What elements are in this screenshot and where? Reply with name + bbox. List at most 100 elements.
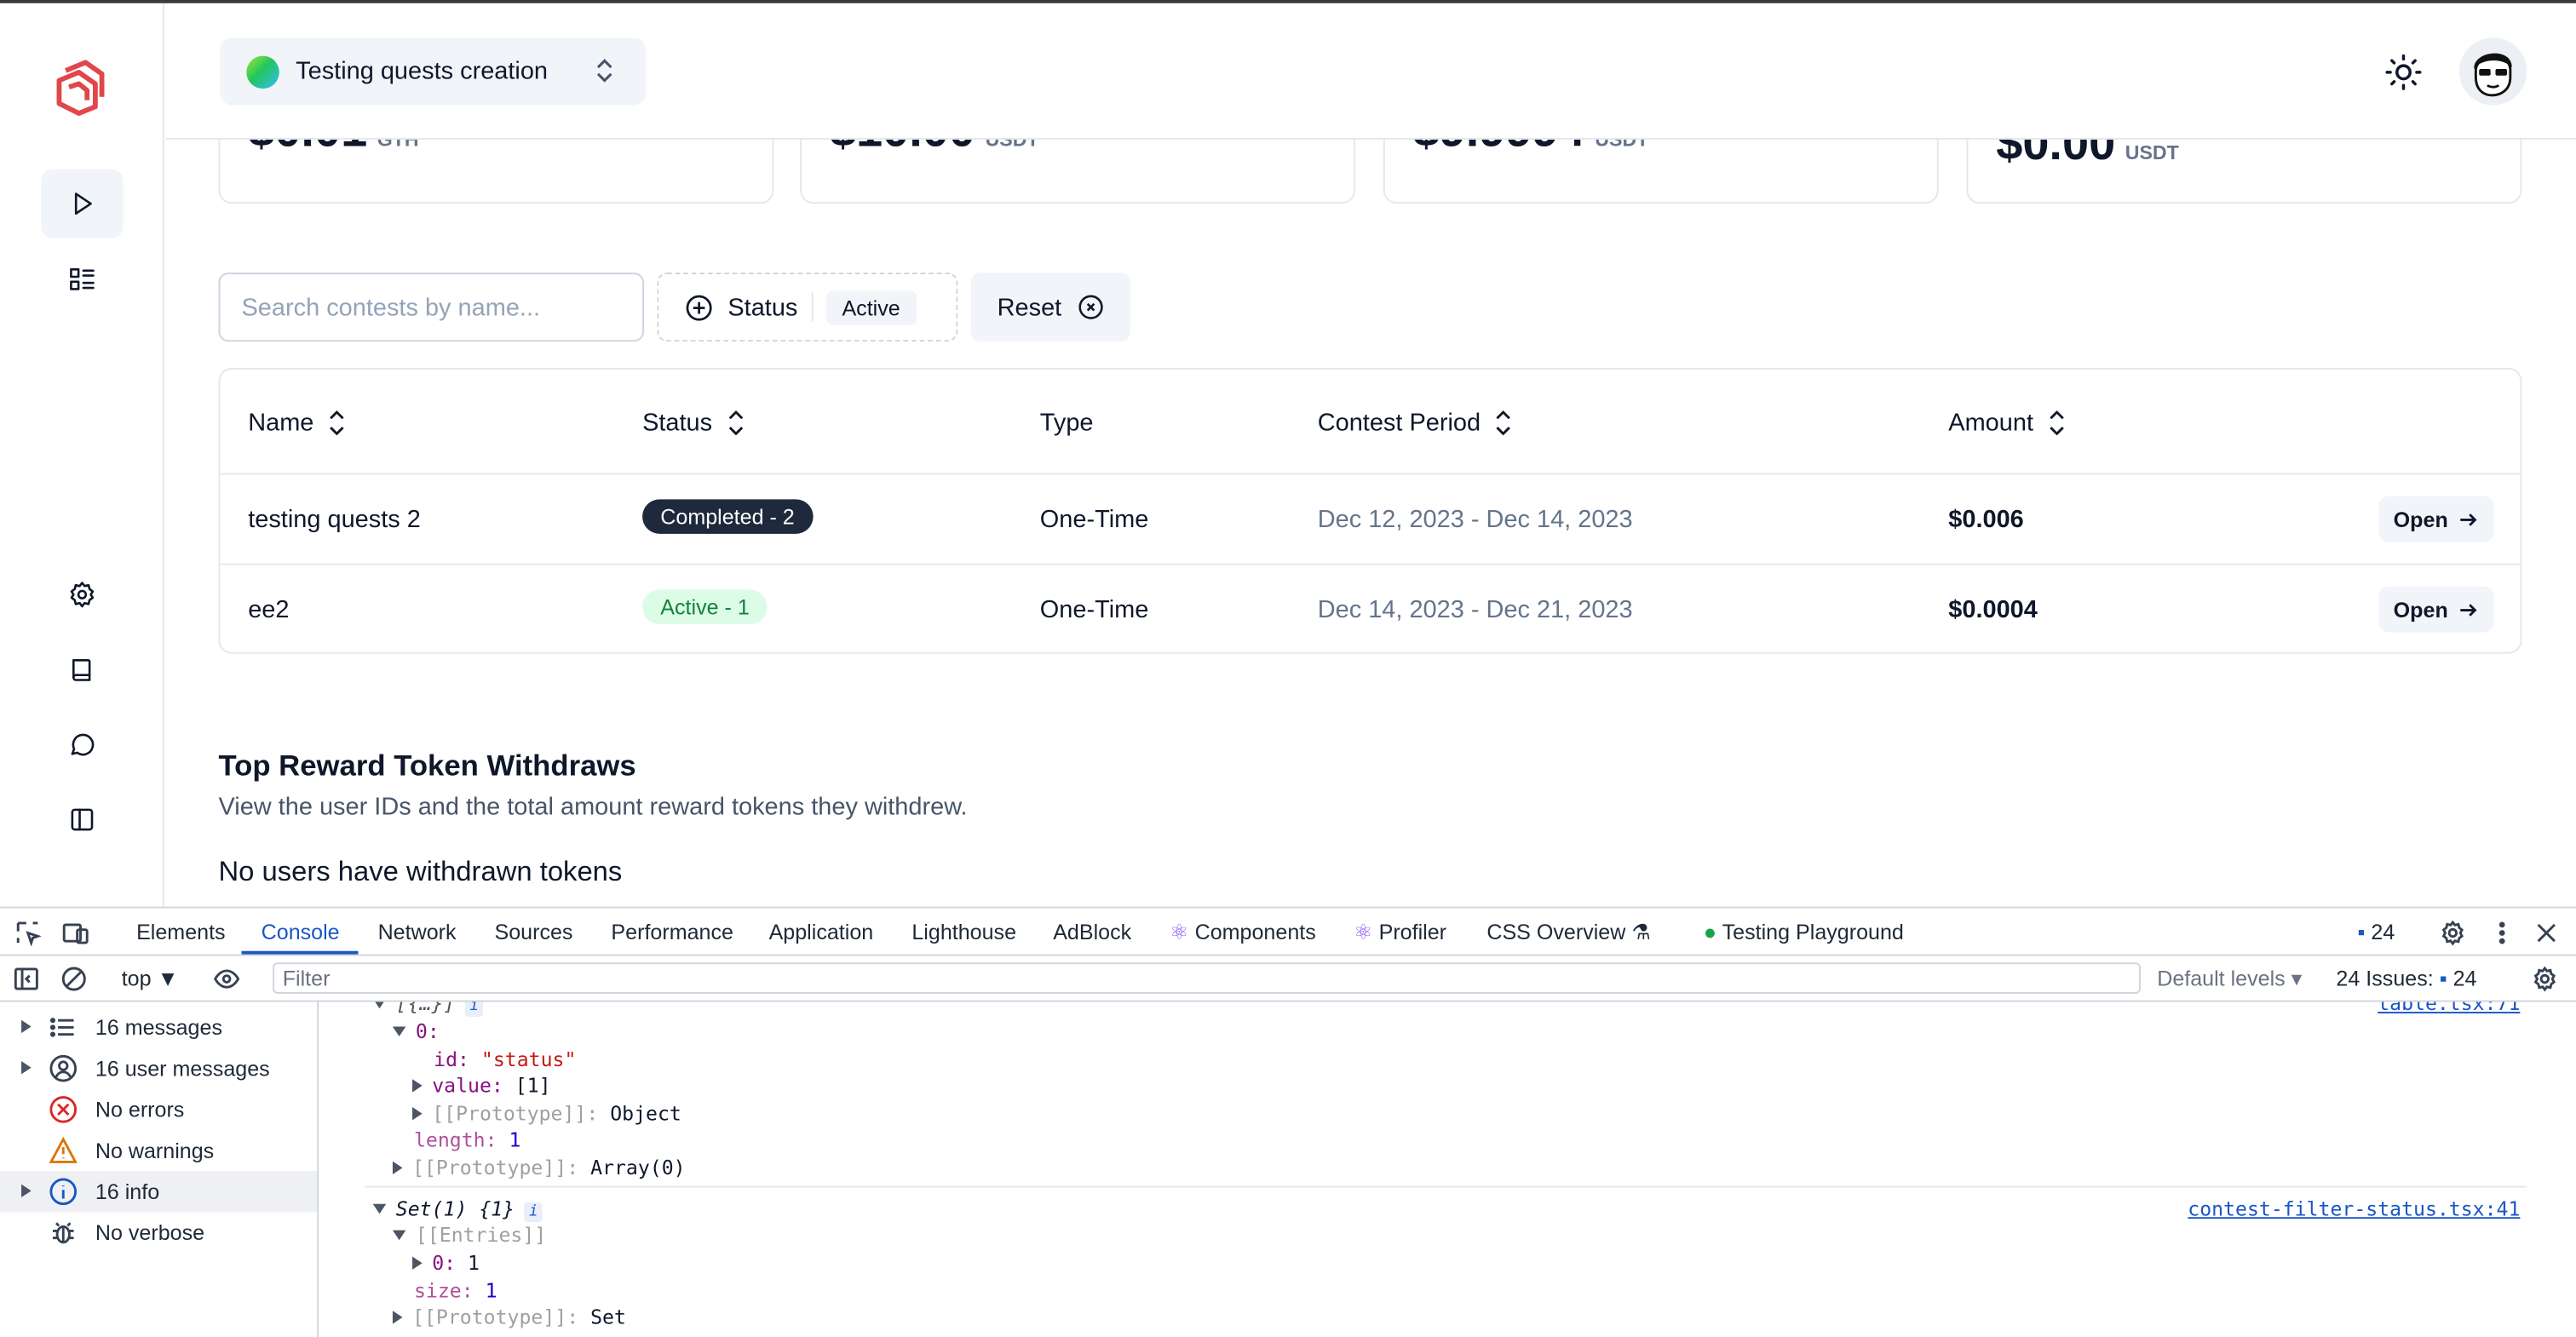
expand-arrow-icon <box>412 1106 423 1121</box>
contest-period: Dec 14, 2023 - Dec 21, 2023 <box>1317 596 1633 624</box>
list-icon <box>49 1018 74 1037</box>
issues-button[interactable]: 24 Issues: ▪ 24 <box>2336 966 2476 990</box>
gear-icon <box>2533 966 2556 992</box>
active-tab-indicator <box>241 950 359 955</box>
sort-icon <box>727 410 743 436</box>
sidebar-item-docs[interactable] <box>41 635 123 704</box>
console-line: id: "status" <box>434 1048 576 1071</box>
property-value: [1] <box>515 1074 551 1098</box>
reset-filters-button[interactable]: Reset <box>970 273 1130 342</box>
console-line[interactable]: value: [1] <box>412 1074 551 1097</box>
open-contest-button[interactable]: Open <box>2378 496 2494 542</box>
log-value: Set(1) {1} <box>395 1197 515 1221</box>
app-logo-icon[interactable] <box>49 58 108 117</box>
console-line: length: 1 <box>414 1128 520 1151</box>
close-icon <box>2537 922 2556 942</box>
device-toolbar-button[interactable] <box>62 909 89 956</box>
eye-icon <box>214 969 240 989</box>
section-description: View the user IDs and the total amount r… <box>218 793 968 822</box>
property-key: [[Prototype]]: <box>412 1156 579 1179</box>
column-header-amount[interactable]: Amount <box>1948 409 2066 437</box>
status-filter-chip: Active <box>825 290 917 324</box>
status-badge: Active - 1 <box>642 589 768 624</box>
sidebar-item-label: 16 messages <box>95 1014 222 1040</box>
context-selector[interactable]: top ▼ <box>122 966 179 990</box>
context-label: top <box>121 966 152 991</box>
property-key: [[Prototype]]: <box>432 1102 599 1126</box>
caret-down-icon: ▼ <box>157 966 179 991</box>
contest-amount: $0.0004 <box>1948 596 2038 624</box>
tab-profiler[interactable]: ⚛ Profiler <box>1354 920 1446 946</box>
close-devtools-button[interactable] <box>2533 909 2560 956</box>
console-line[interactable]: [[Prototype]]: Set <box>392 1305 626 1328</box>
console-line[interactable]: [[Prototype]]: Array(0) <box>392 1156 686 1179</box>
sidebar-toggle-icon <box>71 808 94 831</box>
contest-type: One-Time <box>1039 506 1149 534</box>
column-header-period[interactable]: Contest Period <box>1318 409 1514 437</box>
sidebar-item-info[interactable]: 16 info <box>0 1171 318 1213</box>
property-key: size: <box>413 1279 474 1303</box>
log-levels-dropdown[interactable]: Default levels ▾ <box>2157 966 2302 992</box>
sidebar-item-user-messages[interactable]: 16 user messages <box>0 1048 317 1089</box>
sidebar-item-warnings[interactable]: No warnings <box>0 1130 317 1171</box>
sun-icon[interactable] <box>2383 53 2423 92</box>
console-settings-button[interactable] <box>2532 956 2558 1002</box>
status-filter-button[interactable]: Status Active <box>657 273 958 342</box>
kebab-menu-icon <box>2498 921 2505 944</box>
toggle-sidebar-button[interactable] <box>13 956 39 1002</box>
console-line[interactable]: Set(1) {1} i <box>372 1197 543 1222</box>
tab-components[interactable]: ⚛ Components <box>1170 920 1316 946</box>
info-icon: i <box>465 1001 484 1017</box>
devtools-settings-button[interactable] <box>2440 909 2466 956</box>
open-contest-button[interactable]: Open <box>2378 586 2494 633</box>
console-line[interactable]: [[Prototype]]: Object <box>412 1102 681 1125</box>
empty-state: No users have withdrawn tokens <box>218 855 623 887</box>
tab-application[interactable]: Application <box>769 920 874 944</box>
collapse-arrow-icon <box>372 1001 387 1009</box>
sidebar-item-settings[interactable] <box>41 560 123 629</box>
console-line[interactable]: 0: <box>392 1020 440 1043</box>
sidebar-item-label: 16 user messages <box>95 1056 270 1082</box>
sidebar-item-list[interactable] <box>41 244 123 313</box>
messages-count-badge[interactable]: ▪ 24 <box>2357 920 2395 944</box>
column-label: Name <box>248 409 314 438</box>
tab-lighthouse[interactable]: Lighthouse <box>911 920 1016 944</box>
device-icon <box>62 922 89 944</box>
sidebar-item-messages[interactable]: 16 messages <box>0 1007 317 1047</box>
console-line[interactable]: [[Entries]] <box>392 1224 546 1247</box>
property-value: 1 <box>485 1279 497 1303</box>
tab-network[interactable]: Network <box>378 920 457 944</box>
sidebar-item-verbose[interactable]: No verbose <box>0 1212 317 1253</box>
search-contests-input[interactable] <box>218 273 644 342</box>
sidebar-item-errors[interactable]: No errors <box>0 1089 317 1130</box>
tab-testing-playground[interactable]: ● Testing Playground <box>1704 920 1904 944</box>
tab-console[interactable]: Console <box>262 920 340 944</box>
react-icon: ⚛ <box>1170 920 1189 945</box>
contests-table: Name Status Type Contest Period Amount t… <box>218 368 2522 654</box>
user-avatar[interactable] <box>2459 37 2527 106</box>
sidebar-item-toggle[interactable] <box>41 785 123 854</box>
inspect-element-button[interactable] <box>14 909 42 956</box>
sidebar-item-chat[interactable] <box>41 709 123 778</box>
console-filter-input[interactable] <box>273 962 2141 994</box>
tab-sources[interactable]: Sources <box>494 920 572 944</box>
column-header-status[interactable]: Status <box>642 409 745 437</box>
live-expression-button[interactable] <box>214 956 240 1002</box>
sidebar <box>0 3 164 907</box>
source-link[interactable]: table.tsx:71 <box>2378 1002 2520 1015</box>
console-line[interactable]: 0: 1 <box>412 1252 480 1275</box>
tab-adblock[interactable]: AdBlock <box>1053 920 1131 944</box>
column-header-name[interactable]: Name <box>248 409 347 437</box>
tab-elements[interactable]: Elements <box>136 920 226 944</box>
project-switcher[interactable]: Testing quests creation <box>220 37 646 106</box>
project-name: Testing quests creation <box>296 57 549 86</box>
console-line[interactable]: [{…}] i <box>372 1001 484 1017</box>
more-options-button[interactable] <box>2489 909 2516 956</box>
tab-performance[interactable]: Performance <box>611 920 733 944</box>
clear-console-button[interactable] <box>60 956 87 1002</box>
tab-css-overview[interactable]: CSS Overview ⚗ <box>1486 920 1650 946</box>
column-header-type: Type <box>1040 409 1094 437</box>
info-icon <box>49 1178 78 1206</box>
source-link[interactable]: contest-filter-status.tsx:41 <box>2188 1197 2520 1220</box>
sidebar-item-play[interactable] <box>41 169 124 238</box>
